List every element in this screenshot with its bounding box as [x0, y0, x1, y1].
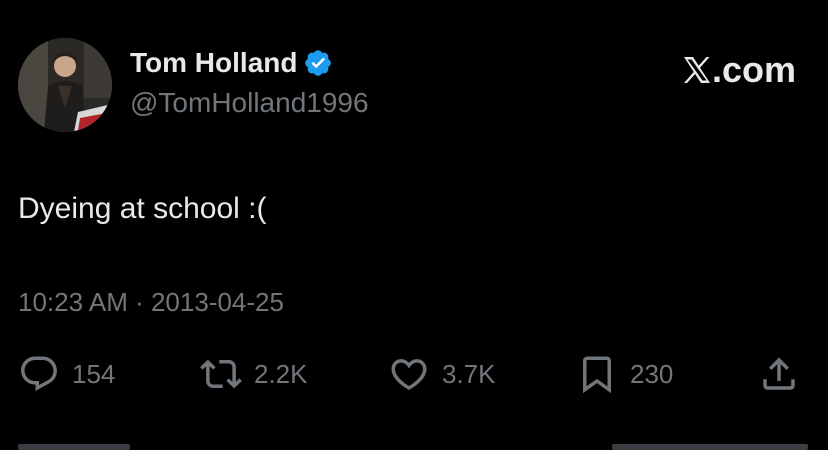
author-name-row[interactable]: Tom Holland [130, 46, 333, 80]
share-icon [763, 357, 795, 390]
retweet-icon [200, 359, 242, 389]
bookmark-icon [583, 356, 611, 394]
bookmark-button[interactable]: 230 [576, 352, 673, 396]
reply-button[interactable]: 154 [18, 352, 115, 396]
next-row-partial [0, 436, 828, 450]
author-handle[interactable]: @TomHolland1996 [130, 86, 369, 120]
tweet-text: Dyeing at school :( [18, 192, 267, 225]
partial-text-left [18, 444, 130, 450]
like-button[interactable]: 3.7K [388, 352, 496, 396]
like-count: 3.7K [442, 358, 496, 389]
retweet-button[interactable]: 2.2K [200, 352, 308, 396]
x-logo-icon [683, 57, 710, 83]
partial-text-right [612, 444, 808, 450]
tweet-timestamp[interactable]: 10:23 AM · 2013-04-25 [18, 285, 284, 319]
display-name[interactable]: Tom Holland [130, 46, 297, 80]
avatar[interactable] [18, 38, 112, 132]
reply-count: 154 [72, 358, 116, 389]
tweet-actions: 154 2.2K 3.7K 230 [18, 352, 810, 396]
brand-watermark: .com [682, 50, 796, 90]
profile-photo [18, 38, 112, 132]
brand-label: .com [711, 49, 796, 90]
bookmark-count: 230 [630, 358, 674, 389]
verified-badge-icon [303, 48, 333, 78]
heart-icon [391, 359, 427, 391]
retweet-count: 2.2K [254, 358, 308, 389]
reply-icon [21, 356, 57, 391]
share-button[interactable] [758, 352, 800, 396]
